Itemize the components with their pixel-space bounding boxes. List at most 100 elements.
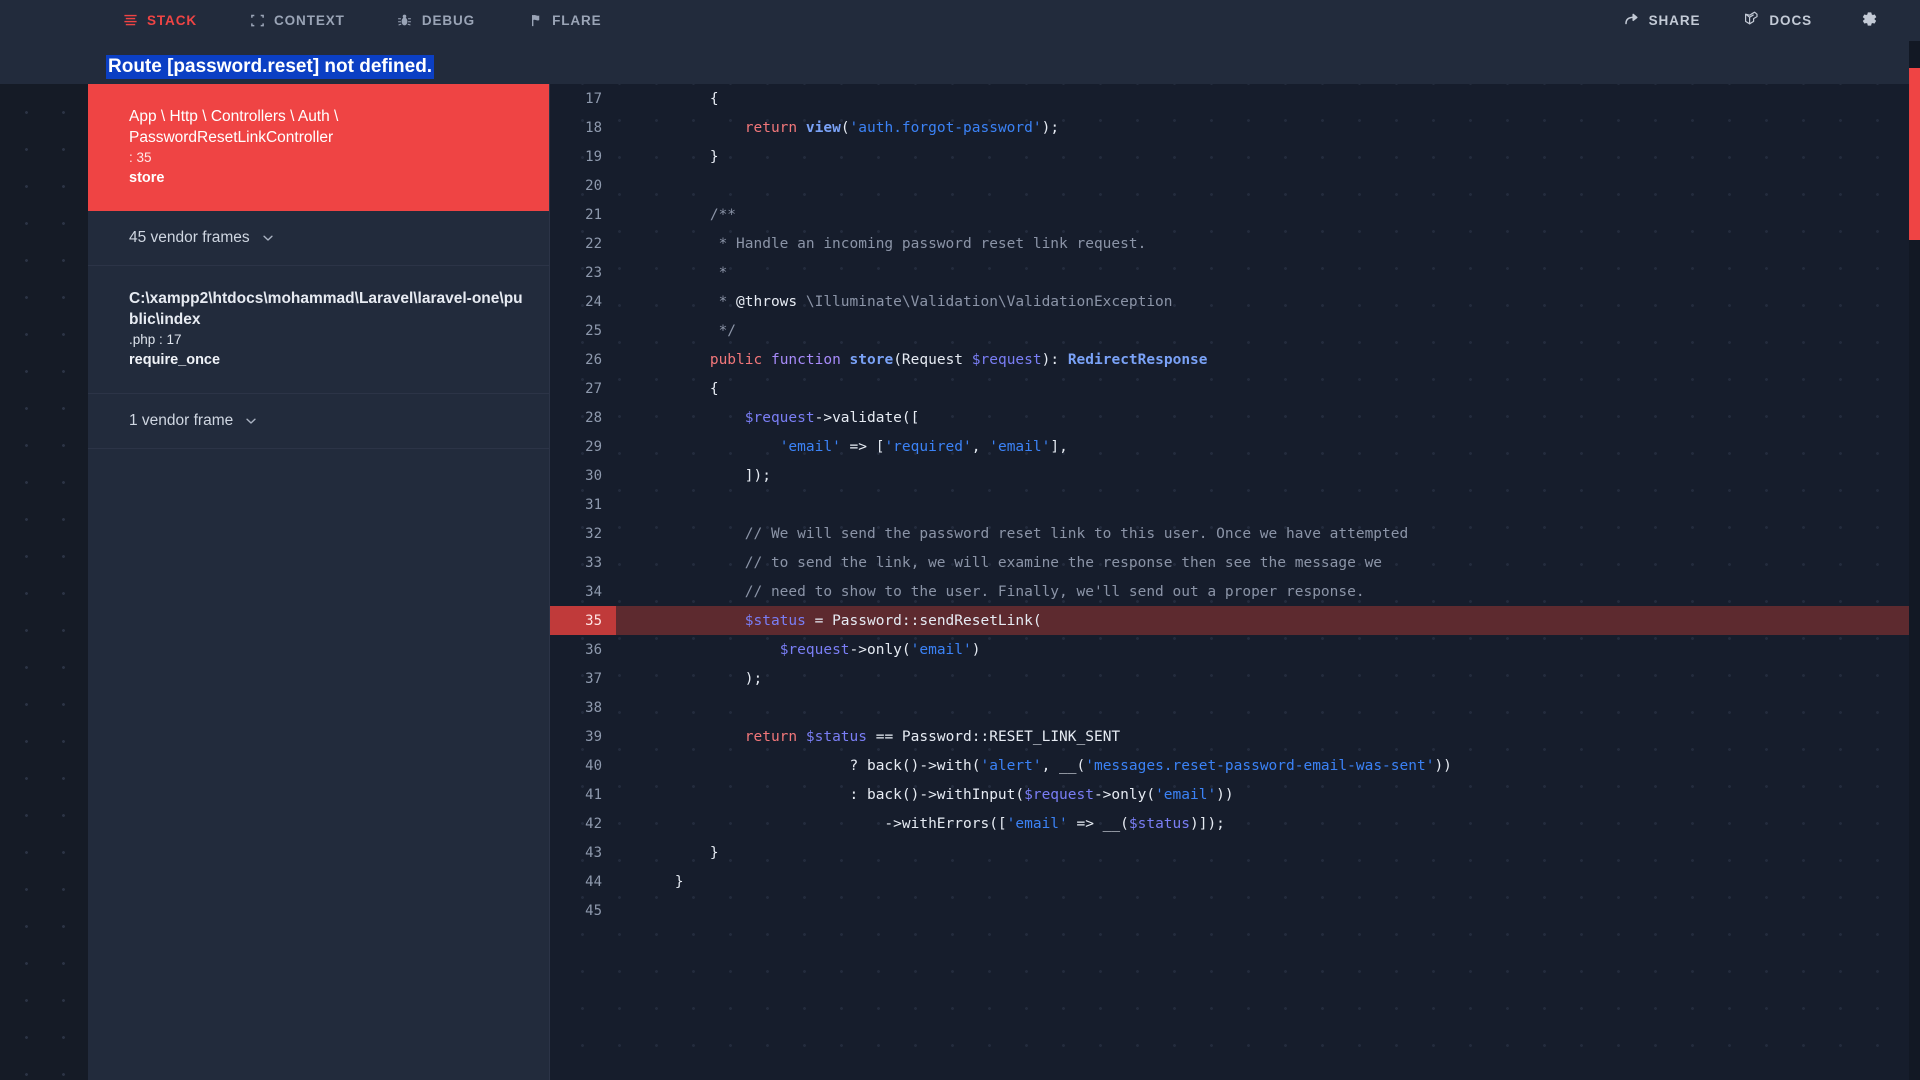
stack-frame-file: C:\xampp2\htdocs\mohammad\Laravel\larave…	[129, 290, 523, 328]
code-line-number: 21	[585, 206, 602, 223]
code-line: 33 // to send the link, we will examine …	[550, 548, 1920, 577]
code-line-number: 25	[585, 322, 602, 339]
code-line: 45	[550, 896, 1920, 925]
code-line-content: $request->validate([	[744, 409, 920, 426]
code-line-number: 29	[585, 438, 602, 455]
tab-flare-label: FLARE	[552, 13, 602, 28]
code-line-content: {	[640, 380, 719, 397]
code-line: 38	[550, 693, 1920, 722]
code-line: 21 /**	[550, 200, 1920, 229]
code-line-number: 31	[585, 496, 602, 513]
code-lines: 17 {18 return view('auth.forgot-password…	[550, 84, 1920, 925]
code-line: 40 ? back()->with('alert', __('messages.…	[550, 751, 1920, 780]
share-button-label: SHARE	[1648, 13, 1701, 28]
code-line: 36 $request->only('email')	[550, 635, 1920, 664]
left-gutter	[0, 84, 88, 1080]
stack-frame-index-php[interactable]: C:\xampp2\htdocs\mohammad\Laravel\larave…	[88, 266, 549, 394]
page-scrollbar[interactable]	[1909, 41, 1920, 1080]
tab-context[interactable]: CONTEXT	[223, 0, 371, 41]
code-line-number: 34	[585, 583, 602, 600]
code-line-number: 18	[585, 119, 602, 136]
header-tabs: STACK CONTEXT DEBUG FLARE	[96, 0, 628, 41]
code-line-number: 33	[585, 554, 602, 571]
code-viewer[interactable]: 17 {18 return view('auth.forgot-password…	[550, 84, 1920, 1080]
code-line-content: $request->only('email')	[779, 641, 981, 658]
exception-title[interactable]: Route [password.reset] not defined.	[106, 55, 435, 79]
code-line: 25 */	[550, 316, 1920, 345]
code-line: 42 ->withErrors(['email' => __($status)]…	[550, 809, 1920, 838]
code-line-content: }	[640, 844, 719, 861]
stack-frame-selected[interactable]: App \ Http \ Controllers \ Auth \ Passwo…	[88, 84, 549, 211]
share-button[interactable]: SHARE	[1602, 0, 1723, 41]
code-line-number: 37	[585, 670, 602, 687]
flare-icon	[527, 13, 543, 29]
code-line-number: 38	[585, 699, 602, 716]
bug-icon	[397, 13, 413, 29]
code-line-number: 22	[585, 235, 602, 252]
code-line: 30 ]);	[550, 461, 1920, 490]
code-line-content: 'email' => ['required', 'email'],	[779, 438, 1068, 455]
code-line-content: );	[640, 670, 763, 687]
code-line-content: {	[640, 90, 719, 107]
code-line-number: 20	[585, 177, 602, 194]
docs-button-label: DOCS	[1769, 13, 1812, 28]
settings-button[interactable]	[1834, 10, 1892, 31]
code-line: 28 $request->validate([	[550, 403, 1920, 432]
code-line-content: return $status == Password::RESET_LINK_S…	[744, 728, 1121, 745]
code-line-content: }	[640, 873, 684, 890]
code-line-number: 43	[585, 844, 602, 861]
code-line-content: *	[640, 264, 728, 281]
code-line: 23 *	[550, 258, 1920, 287]
code-line-number: 44	[585, 873, 602, 890]
code-line-content: $status = Password::sendResetLink(	[744, 612, 1042, 629]
code-line: 26 public function store(Request $reques…	[550, 345, 1920, 374]
code-line-number: 40	[585, 757, 602, 774]
header-actions: SHARE DOCS	[1602, 0, 1892, 41]
app-header: STACK CONTEXT DEBUG FLARE SHARE DOCS	[0, 0, 1920, 41]
code-line: 34 // need to show to the user. Finally,…	[550, 577, 1920, 606]
code-line: 27 {	[550, 374, 1920, 403]
stack-frames-panel: App \ Http \ Controllers \ Auth \ Passwo…	[88, 84, 550, 1080]
code-line-content: ->withErrors(['email' => __($status)]);	[640, 815, 1225, 832]
code-line-content: return view('auth.forgot-password');	[744, 119, 1060, 136]
code-line: 31	[550, 490, 1920, 519]
code-line-number: 39	[585, 728, 602, 745]
exception-title-bar: Route [password.reset] not defined.	[0, 41, 1920, 84]
tab-stack[interactable]: STACK	[96, 0, 223, 41]
code-line-content: */	[640, 322, 737, 339]
code-line-content: * Handle an incoming password reset link…	[640, 235, 1147, 252]
code-line-number: 19	[585, 148, 602, 165]
tab-debug[interactable]: DEBUG	[371, 0, 501, 41]
vendor-frames-toggle-1[interactable]: 1 vendor frame	[88, 394, 549, 449]
stack-frame-method: require_once	[129, 352, 221, 368]
main-area: App \ Http \ Controllers \ Auth \ Passwo…	[0, 84, 1920, 1080]
code-line-number: 45	[585, 902, 602, 919]
code-line-number: 30	[585, 467, 602, 484]
code-line: 22 * Handle an incoming password reset l…	[550, 229, 1920, 258]
code-line-number: 17	[585, 90, 602, 107]
code-line-content: // We will send the password reset link …	[640, 525, 1409, 542]
share-icon	[1624, 11, 1640, 30]
code-line-number: 42	[585, 815, 602, 832]
code-line: 37 );	[550, 664, 1920, 693]
code-line: 41 : back()->withInput($request->only('e…	[550, 780, 1920, 809]
code-line: 18 return view('auth.forgot-password');	[550, 113, 1920, 142]
code-line-number: 26	[585, 351, 602, 368]
page-scrollbar-thumb[interactable]	[1909, 68, 1920, 240]
stack-frame-method: store	[129, 170, 165, 186]
docs-button[interactable]: DOCS	[1722, 0, 1834, 41]
tab-context-label: CONTEXT	[274, 13, 345, 28]
stack-frame-line: : 35	[129, 150, 152, 165]
stack-frame-line: .php : 17	[129, 332, 182, 347]
context-icon	[249, 13, 265, 29]
vendor-frames-toggle-45[interactable]: 45 vendor frames	[88, 211, 549, 266]
code-line: 32 // We will send the password reset li…	[550, 519, 1920, 548]
code-line: 20	[550, 171, 1920, 200]
code-line: 24 * @throws \Illuminate\Validation\Vali…	[550, 287, 1920, 316]
code-line-number: 24	[585, 293, 602, 310]
code-line: 39 return $status == Password::RESET_LIN…	[550, 722, 1920, 751]
stack-icon	[122, 13, 138, 29]
code-line-number: 35	[550, 606, 616, 635]
code-line: 44 }	[550, 867, 1920, 896]
tab-flare[interactable]: FLARE	[501, 0, 628, 41]
